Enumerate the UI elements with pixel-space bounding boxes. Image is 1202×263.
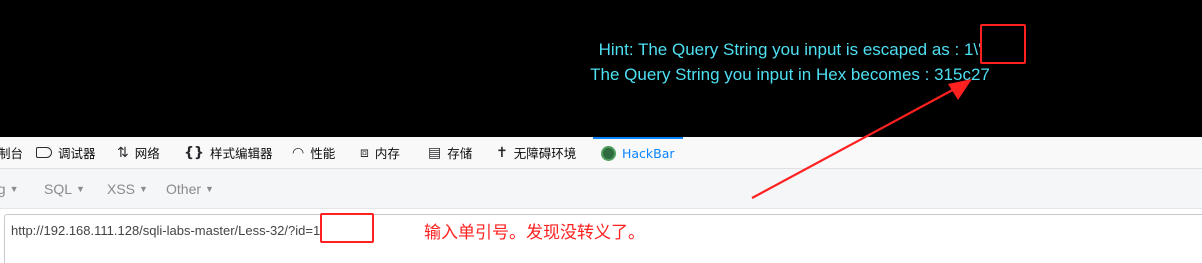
menu-sql[interactable]: SQL ▼ <box>44 181 85 197</box>
accessibility-icon: ✝ <box>496 144 508 161</box>
annotation-box-input <box>320 213 374 243</box>
caret-down-icon: ▼ <box>76 184 85 194</box>
menu-encoding-label: ng <box>0 181 6 197</box>
network-arrows-icon: ⇅ <box>117 144 129 161</box>
annotation-box-escaped <box>980 24 1026 64</box>
hackbar-menu-row: ng▼ SQL▼ XSS▼ Other▼ <box>0 169 1202 209</box>
page-content-area: Hint: The Query String you input is esca… <box>0 0 1202 137</box>
url-input-value: http://192.168.111.128/sqli-labs-master/… <box>11 223 323 238</box>
annotation-note: 输入单引号。发现没转义了。 <box>424 223 645 243</box>
tab-network[interactable]: ⇅ 网络 <box>117 137 160 168</box>
tab-console[interactable]: 制台 <box>0 137 23 168</box>
caret-down-icon: ▼ <box>205 184 214 194</box>
tab-accessibility-label: 无障碍环境 <box>513 146 577 161</box>
tab-storage[interactable]: ▤ 存储 <box>428 137 472 168</box>
memory-chip-icon: ⧈ <box>360 144 369 161</box>
tab-debugger-label: 调试器 <box>58 146 96 161</box>
devtools-toolbar: 制台 调试器 ⇅ 网络 {} 样式编辑器 ◠ 性能 ⧈ 内存 ▤ 存储 ✝ 无障… <box>0 137 1202 169</box>
menu-xss[interactable]: XSS ▼ <box>107 181 148 197</box>
menu-other-label: Other <box>166 181 202 197</box>
menu-other[interactable]: Other ▼ <box>166 181 214 197</box>
caret-down-icon: ▼ <box>139 184 148 194</box>
tab-style-editor-label: 样式编辑器 <box>209 146 273 161</box>
menu-sql-label: SQL <box>44 181 73 197</box>
tab-console-label: 制台 <box>0 146 24 161</box>
tab-storage-label: 存储 <box>447 146 473 161</box>
hackbar-icon <box>601 146 616 161</box>
tab-hackbar[interactable]: HackBar <box>593 137 683 168</box>
storage-icon: ▤ <box>428 144 442 161</box>
tab-debugger[interactable]: 调试器 <box>36 137 96 168</box>
tab-hackbar-label: HackBar <box>622 146 675 161</box>
gauge-icon: ◠ <box>292 144 305 161</box>
braces-icon: {} <box>184 144 204 161</box>
caret-down-icon: ▼ <box>9 184 19 194</box>
tab-style-editor[interactable]: {} 样式编辑器 <box>184 137 272 168</box>
tab-accessibility[interactable]: ✝ 无障碍环境 <box>496 137 576 168</box>
hint-hex-text: The Query String you input in Hex become… <box>590 65 990 84</box>
menu-xss-label: XSS <box>107 181 136 197</box>
tab-memory-label: 内存 <box>374 146 400 161</box>
menu-encoding[interactable]: ng▼ <box>0 181 19 197</box>
tab-performance-label: 性能 <box>310 146 336 161</box>
tab-memory[interactable]: ⧈ 内存 <box>360 137 400 168</box>
tab-performance[interactable]: ◠ 性能 <box>292 137 335 168</box>
tab-network-label: 网络 <box>134 146 160 161</box>
debugger-icon <box>36 147 52 158</box>
